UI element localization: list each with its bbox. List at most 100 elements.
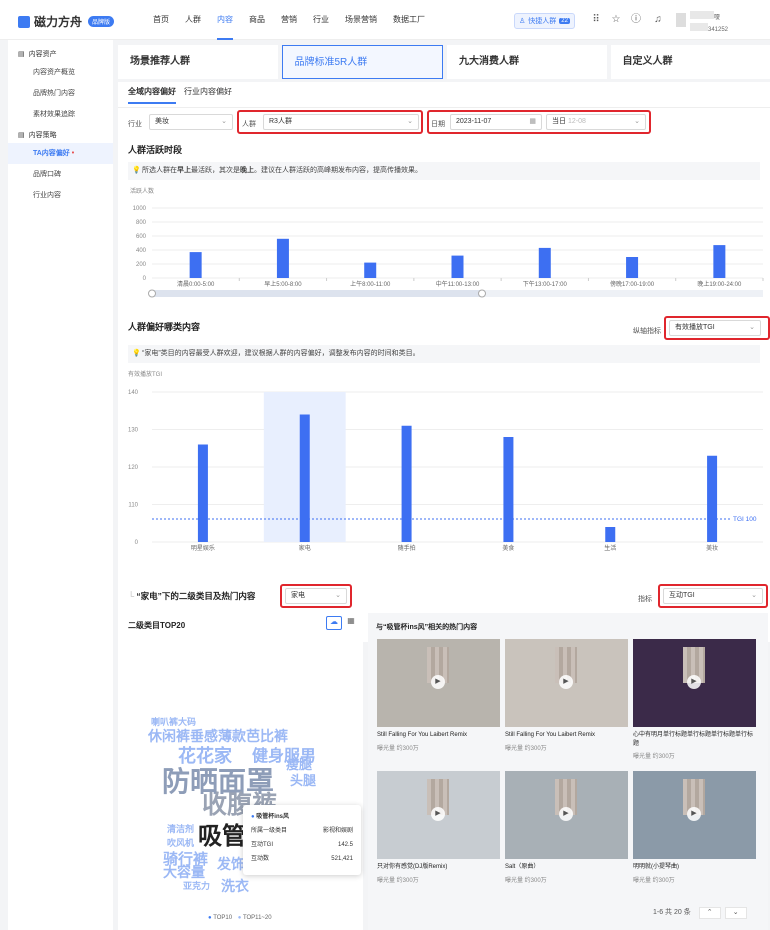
video-title: 只对你有感觉(DJ版Remix) — [377, 864, 448, 870]
active-time-chart: 活跃人数 0 200 400 600 800 1000 清晨0:00-5:00 早上5:00-8… — [130, 187, 764, 298]
nav-item[interactable]: 商品 — [241, 0, 273, 40]
hot-content-card[interactable]: ▶ 明明就(小提琴曲) 曝光量 约300万 — [633, 771, 756, 907]
y-tick-label: 140 — [128, 390, 139, 396]
bar — [605, 527, 616, 542]
bar — [713, 245, 726, 278]
crowd-type-card[interactable]: 九大消费人群 — [447, 45, 607, 79]
nav-item[interactable]: 数据工厂 — [385, 0, 433, 40]
y-tick-label: 120 — [128, 465, 139, 471]
video-exposure: 曝光量 约300万 — [377, 746, 419, 752]
category-select[interactable]: 家电 ⌄ — [285, 588, 347, 604]
sidebar-group[interactable]: ▤ 内容策略 — [8, 127, 113, 143]
video-exposure: 曝光量 约300万 — [377, 878, 419, 884]
y-tick-label: 0 — [135, 540, 139, 546]
sidebar-item[interactable]: 素材效果追踪 — [8, 104, 113, 125]
tooltip-dot-icon: ● — [251, 814, 255, 820]
nav-item[interactable]: 行业 — [305, 0, 337, 40]
crowd-value: R3人群 — [269, 118, 292, 125]
x-tick-label: 家电 — [299, 544, 311, 552]
bar — [451, 255, 464, 278]
chevron-down-icon: ⌄ — [634, 118, 640, 125]
sidebar-item[interactable]: 品牌口碑 — [8, 164, 113, 185]
sidebar-item[interactable]: 内容资产概览 — [8, 62, 113, 83]
page-down-button[interactable]: ⌄ — [724, 907, 747, 919]
cloud-word[interactable]: 清洁剂 — [167, 822, 194, 835]
hot-content-card[interactable]: ▶ Still Falling For You Laibert Remix 曝光量 … — [377, 639, 500, 775]
cloud-word[interactable]: 发饰 — [217, 854, 245, 874]
hot-content-card[interactable]: ▶ 心中有明月单行标题单行标题单行标题单行标题 曝光量 约300万 — [633, 639, 756, 775]
crowd-type-card[interactable]: 自定义人群 — [610, 45, 770, 79]
legend: ● TOP10 ● TOP11~20 — [208, 915, 272, 921]
tooltip-row: 互动TGI 142.5 — [251, 838, 353, 852]
grid-icon[interactable]: ⠿ — [590, 14, 602, 26]
tooltip-value: 影视和娱剧 — [322, 828, 353, 834]
page-up-button[interactable]: ⌃ — [698, 907, 721, 919]
hot-content-card[interactable]: ▶ Salt（原曲） 曝光量 约300万 — [505, 771, 628, 907]
nav-item[interactable]: 场景营销 — [337, 0, 385, 40]
cloud-word[interactable]: 亚克力 — [183, 879, 210, 892]
folder-icon: ▤ — [18, 51, 25, 58]
sidebar-group[interactable]: ▤ 内容资产 — [8, 46, 113, 62]
x-tick-label: 早上5:00-8:00 — [264, 280, 302, 288]
tab-global-preference[interactable]: 全域内容偏好 — [128, 86, 176, 104]
avatar[interactable] — [676, 13, 686, 27]
tab-industry-preference[interactable]: 行业内容偏好 — [184, 86, 232, 104]
main-content: 场景推荐人群 品牌标准5R人群 九大消费人群 自定义人群 全域内容偏好 行业内容偏好 … — [118, 40, 770, 930]
industry-select[interactable]: 美妆 ⌄ — [149, 114, 233, 130]
logo[interactable]: 磁力方舟 品牌版 — [18, 13, 115, 30]
quick-crowd-count: 22 — [559, 18, 570, 24]
video-thumbnail: ▶ — [377, 771, 500, 859]
period-hint: 12-08 — [567, 118, 586, 125]
secondary-title: └ “家电”下的二级类目及热门内容 — [128, 590, 255, 602]
cloud-tooltip: ● 吸管杯ins风 所属一级类目 影视和娱剧 互动TGI 142.5 互动数 521,… — [243, 805, 361, 875]
tooltip-value: 142.5 — [337, 842, 353, 848]
x-tick-label: 明星娱乐 — [191, 544, 215, 552]
hot-content-card[interactable]: ▶ Still Falling For You Laibert Remix 曝光量 … — [505, 639, 628, 775]
crowd-type-card[interactable]: 场景推荐人群 — [118, 45, 278, 79]
crowd-type-card[interactable]: 品牌标准5R人群 — [281, 45, 443, 79]
quick-crowd-button[interactable]: ♙ 快捷人群 22 — [514, 13, 575, 29]
cloud-view-icon[interactable]: ☁ — [326, 616, 342, 630]
chevron-down-icon: ⌄ — [221, 118, 227, 125]
sidebar-item[interactable]: 行业内容 — [8, 185, 113, 206]
calendar-icon: ▦ — [529, 118, 536, 125]
divider — [118, 107, 770, 108]
video-title: Still Falling For You Laibert Remix — [377, 732, 468, 738]
axis-metric-select[interactable]: 有效播放TGI ⌄ — [669, 320, 761, 336]
preference-title: 人群偏好哪类内容 — [128, 322, 201, 332]
tooltip-key: 互动数 — [251, 856, 270, 862]
crowd-select[interactable]: R3人群 ⌄ — [263, 114, 419, 130]
play-icon: ▶ — [687, 675, 701, 689]
nav-item[interactable]: 营销 — [273, 0, 305, 40]
sidebar-item[interactable]: TA内容偏好 — [8, 143, 113, 164]
user-info[interactable]: 嗄 341252 — [690, 11, 728, 35]
nav-item[interactable]: 首页 — [145, 0, 177, 40]
table-view-icon[interactable]: ▦ — [344, 616, 358, 630]
star-icon[interactable]: ☆ — [610, 14, 622, 26]
bell-icon[interactable]: ♫ — [652, 14, 664, 26]
video-title: 心中有明月单行标题单行标题单行标题单行标题 — [633, 732, 754, 747]
zoom-handle-right — [478, 289, 486, 298]
y-tick-label: 200 — [136, 262, 147, 268]
date-picker[interactable]: 2023-11-07 ▦ — [450, 114, 542, 130]
tooltip-value: 521,421 — [331, 856, 353, 862]
cloud-word[interactable]: 洗衣 — [221, 876, 249, 896]
hot-content-card[interactable]: ▶ 只对你有感觉(DJ版Remix) 曝光量 约300万 — [377, 771, 500, 907]
bar — [626, 257, 639, 278]
help-icon[interactable]: ⓘ — [630, 14, 642, 26]
metric-select[interactable]: 互动TGI ⌄ — [663, 588, 763, 604]
video-title: Salt（原曲） — [505, 864, 540, 870]
nav-item[interactable]: 内容 — [209, 0, 241, 40]
cloud-word[interactable]: 头腿 — [290, 770, 316, 789]
zoom-handle-left — [148, 289, 156, 298]
video-thumbnail: ▶ — [505, 771, 628, 859]
video-thumbnail: ▶ — [633, 639, 756, 727]
x-tick-label: 随手拍 — [398, 544, 416, 552]
crowd-label: 人群 — [242, 121, 256, 128]
period-select[interactable]: 当日 12-08 ⌄ — [546, 114, 646, 130]
bar — [299, 414, 310, 542]
sidebar-item[interactable]: 品牌热门内容 — [8, 83, 113, 104]
x-tick-label: 美妆 — [706, 544, 718, 552]
date-value: 2023-11-07 — [456, 118, 492, 125]
nav-item[interactable]: 人群 — [177, 0, 209, 40]
